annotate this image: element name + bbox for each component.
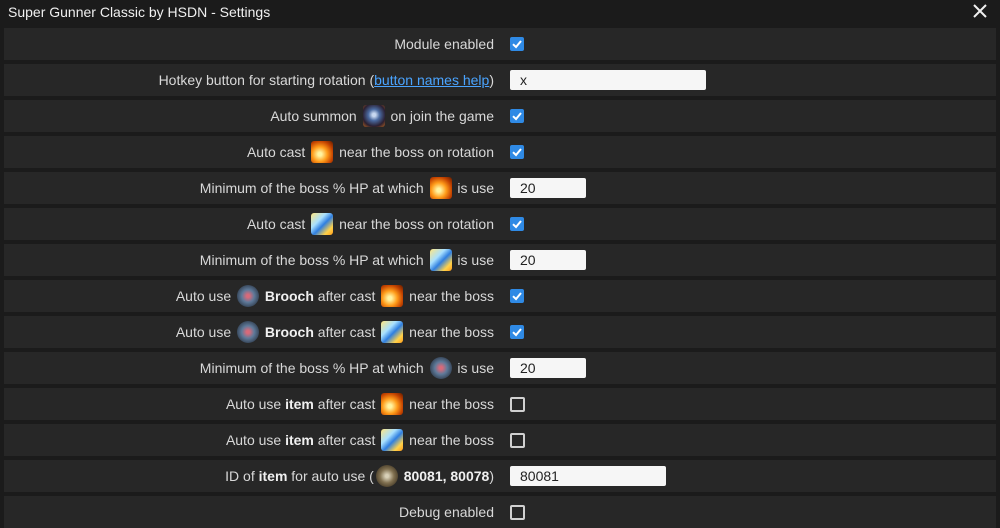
brooch-bolt-checkbox[interactable] <box>510 325 524 339</box>
bolt-skill-icon <box>381 321 404 343</box>
module-enabled-checkbox[interactable] <box>510 37 524 51</box>
setting-label: Auto cast near the boss on rotation <box>247 136 494 168</box>
brooch-icon <box>237 285 259 307</box>
item-fire-checkbox[interactable] <box>510 396 525 412</box>
setting-row-auto-summon: Auto summon on join the game <box>4 100 996 132</box>
min-hp-brooch-input[interactable]: 20 <box>510 358 586 378</box>
setting-label: Module enabled <box>394 36 494 52</box>
fire-skill-icon <box>311 141 334 163</box>
brooch-fire-checkbox[interactable] <box>510 289 524 303</box>
setting-row-module-enabled: Module enabled <box>4 28 996 60</box>
checkmark-icon <box>512 40 522 49</box>
setting-label: Auto use Brooch after cast near the boss <box>176 280 494 312</box>
bolt-skill-icon <box>429 249 452 271</box>
hotkey-input[interactable]: x <box>510 70 706 90</box>
fire-skill-icon <box>429 177 452 199</box>
settings-list: Module enabled Hotkey button for startin… <box>0 28 1000 528</box>
auto-cast-fire-checkbox[interactable] <box>510 145 524 159</box>
setting-row-min-hp-bolt: Minimum of the boss % HP at which is use… <box>4 244 996 276</box>
bolt-skill-icon <box>311 213 334 235</box>
setting-row-debug: Debug enabled <box>4 496 996 528</box>
setting-row-hotkey: Hotkey button for starting rotation (but… <box>4 64 996 96</box>
brooch-icon <box>429 357 452 379</box>
setting-label: Minimum of the boss % HP at which is use <box>200 172 494 204</box>
setting-label: Auto summon on join the game <box>270 100 494 132</box>
setting-label: Auto use item after cast near the boss <box>226 424 494 456</box>
setting-label: Minimum of the boss % HP at which is use <box>200 244 494 276</box>
summon-icon <box>362 105 385 127</box>
setting-row-brooch-fire: Auto use Brooch after cast near the boss <box>4 280 996 312</box>
setting-label: Debug enabled <box>399 504 494 520</box>
auto-summon-checkbox[interactable] <box>510 109 524 123</box>
debug-enabled-checkbox[interactable] <box>510 504 525 520</box>
item-icon <box>375 465 398 487</box>
setting-row-item-id: ID of item for auto use ( 80081, 80078) … <box>4 460 996 492</box>
setting-row-min-hp-fire: Minimum of the boss % HP at which is use… <box>4 172 996 204</box>
checkmark-icon <box>512 112 522 121</box>
fire-skill-icon <box>381 285 404 307</box>
checkmark-icon <box>512 292 522 301</box>
min-hp-bolt-input[interactable]: 20 <box>510 250 586 270</box>
bolt-skill-icon <box>381 429 404 451</box>
setting-row-auto-cast-fire: Auto cast near the boss on rotation <box>4 136 996 168</box>
checkmark-icon <box>512 220 522 229</box>
min-hp-fire-input[interactable]: 20 <box>510 178 586 198</box>
setting-label: Auto use item after cast near the boss <box>226 388 494 420</box>
checkmark-icon <box>512 328 522 337</box>
setting-row-auto-cast-bolt: Auto cast near the boss on rotation <box>4 208 996 240</box>
setting-row-min-hp-brooch: Minimum of the boss % HP at which is use… <box>4 352 996 384</box>
checkmark-icon <box>512 148 522 157</box>
setting-row-item-bolt: Auto use item after cast near the boss <box>4 424 996 456</box>
item-id-input[interactable]: 80081 <box>510 466 666 486</box>
setting-label: ID of item for auto use ( 80081, 80078) <box>225 460 494 492</box>
setting-label: Auto use Brooch after cast near the boss <box>176 316 494 348</box>
auto-cast-bolt-checkbox[interactable] <box>510 217 524 231</box>
brooch-icon <box>237 321 259 343</box>
title-bar: Super Gunner Classic by HSDN - Settings <box>0 0 1000 24</box>
fire-skill-icon <box>381 393 404 415</box>
setting-label: Hotkey button for starting rotation (but… <box>158 72 494 88</box>
setting-row-item-fire: Auto use item after cast near the boss <box>4 388 996 420</box>
setting-row-brooch-bolt: Auto use Brooch after cast near the boss <box>4 316 996 348</box>
button-names-help-link[interactable]: button names help <box>374 72 489 88</box>
setting-label: Minimum of the boss % HP at which is use <box>200 352 494 384</box>
window-title: Super Gunner Classic by HSDN - Settings <box>8 4 271 20</box>
setting-label: Auto cast near the boss on rotation <box>247 208 494 240</box>
item-bolt-checkbox[interactable] <box>510 432 525 448</box>
close-icon[interactable] <box>972 3 988 19</box>
